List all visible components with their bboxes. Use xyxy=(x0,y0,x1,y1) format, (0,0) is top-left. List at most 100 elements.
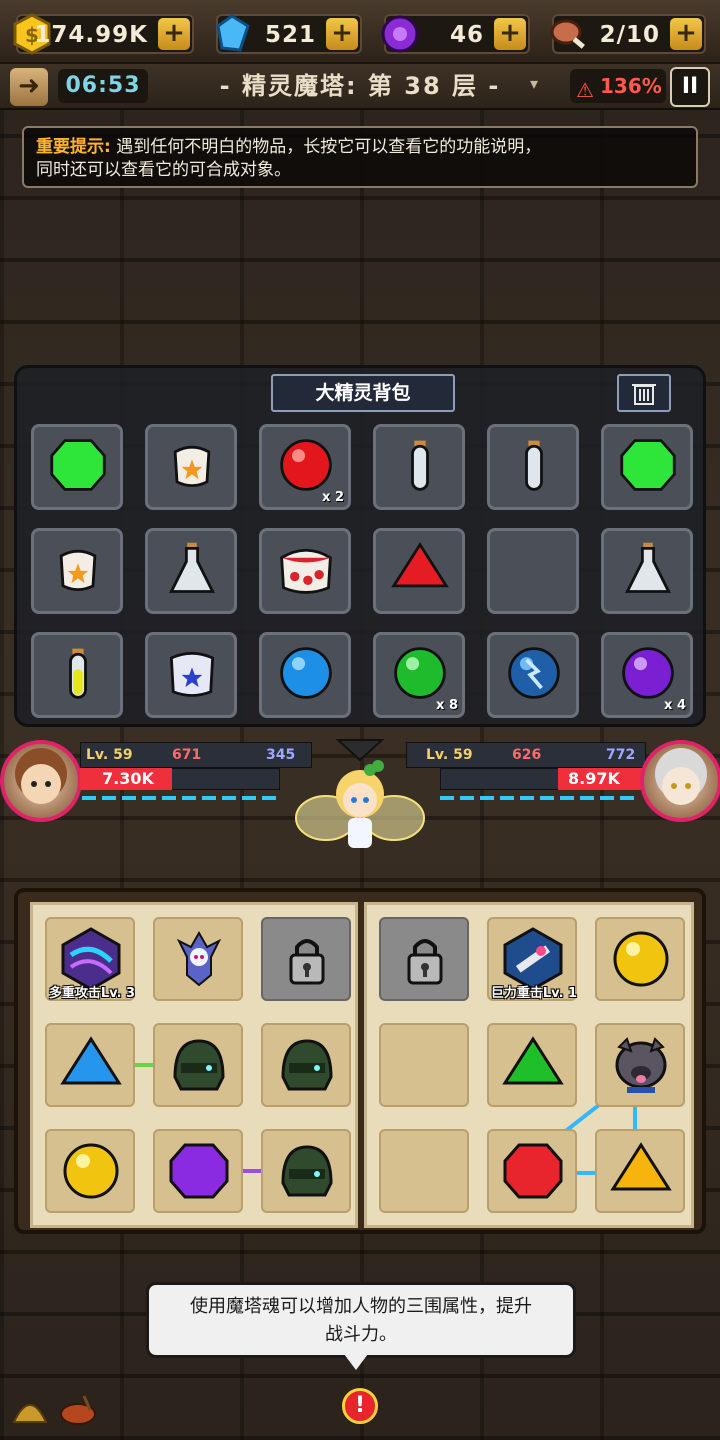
book-slot[interactable] xyxy=(379,1129,469,1213)
backpack-slot[interactable] xyxy=(31,424,123,510)
red-gem-icon xyxy=(503,1143,563,1199)
pause-button[interactable]: II xyxy=(670,67,710,107)
backpack-slot[interactable] xyxy=(259,632,351,718)
backpack-slot[interactable] xyxy=(487,424,579,510)
locked-slot[interactable] xyxy=(379,917,469,1001)
book-slot[interactable] xyxy=(153,1129,243,1213)
yellow-orb-icon xyxy=(613,931,669,987)
tip-text-line2: 同时还可以查看它的可合成对象。 xyxy=(36,160,291,180)
backpack-slot[interactable] xyxy=(145,528,237,614)
backpack-slot[interactable] xyxy=(373,528,465,614)
item-count: x 8 xyxy=(436,698,458,713)
backpack-slot[interactable] xyxy=(145,632,237,718)
tip-box: 重要提示: 遇到任何不明白的物品，长按它可以查看它的功能说明， 同时还可以查看它… xyxy=(22,126,698,188)
player-attack: 671 xyxy=(172,747,202,763)
hint-bubble: 使用魔塔魂可以增加人物的三围属性，提升 战斗力。 xyxy=(146,1282,576,1358)
small-star-bag-icon xyxy=(173,445,211,488)
book-slot[interactable]: 多重攻击Lv. 3 xyxy=(45,917,135,1001)
diamond-counter: 521 + xyxy=(216,14,362,54)
skill-label: 多重攻击Lv. 3 xyxy=(48,986,136,1001)
blue-star-bag-icon xyxy=(169,651,215,697)
book-slot[interactable] xyxy=(261,1023,351,1107)
trash-button[interactable] xyxy=(617,374,671,412)
bulldog-icon xyxy=(615,1037,667,1093)
backpack-slot[interactable] xyxy=(487,632,579,718)
backpack-slot[interactable] xyxy=(601,528,693,614)
chevron-down-icon[interactable]: ▾ xyxy=(530,74,538,93)
enemy-hp-bar: 8.97K xyxy=(558,768,646,790)
green-helmet-icon xyxy=(281,1039,333,1091)
locked-slot[interactable] xyxy=(261,917,351,1001)
lock-icon xyxy=(289,939,325,985)
green-pyramid-icon xyxy=(502,1036,564,1085)
purple-orb-icon xyxy=(622,647,674,699)
green-orb-icon xyxy=(394,647,446,699)
backpack-slot[interactable]: x 2 xyxy=(259,424,351,510)
backpack-slot[interactable] xyxy=(601,424,693,510)
item-count: x 4 xyxy=(664,698,686,713)
blue-orb-icon xyxy=(280,647,332,699)
warning-triangle-icon: ⚠ xyxy=(576,78,594,102)
purple-gem-icon xyxy=(169,1143,229,1199)
meat-icon xyxy=(550,19,585,49)
enemy-avatar[interactable] xyxy=(640,740,720,822)
alert-button[interactable]: ! xyxy=(342,1388,378,1424)
spirit-figure-icon xyxy=(176,930,222,987)
lock-icon xyxy=(407,939,443,985)
book-slot[interactable] xyxy=(153,1023,243,1107)
book-slot[interactable] xyxy=(595,1129,685,1213)
backpack-slot[interactable]: x 4 xyxy=(601,632,693,718)
big-star-bag-icon xyxy=(280,548,332,594)
player-stats: Lv. 59 671 345 7.30K xyxy=(0,740,320,822)
book-slot[interactable] xyxy=(45,1129,135,1213)
soul-orb-icon xyxy=(381,15,419,53)
trash-icon xyxy=(632,384,656,405)
book-slot[interactable] xyxy=(45,1023,135,1107)
fairy-character[interactable] xyxy=(292,748,428,878)
book-slot[interactable] xyxy=(487,1129,577,1213)
player-hp-bar: 7.30K xyxy=(80,768,172,790)
player-defense: 345 xyxy=(266,747,296,763)
backpack-title: 大精灵背包 xyxy=(271,374,455,412)
green-gem-icon xyxy=(50,439,106,491)
add-soul-button[interactable]: + xyxy=(494,18,526,50)
empty-test-tube-icon xyxy=(411,440,429,491)
empty-test-tube-icon xyxy=(525,440,543,491)
soul-counter: 46 + xyxy=(381,14,530,54)
backpack-slot[interactable]: x 8 xyxy=(373,632,465,718)
green-helmet-icon xyxy=(281,1145,333,1197)
book-slot[interactable] xyxy=(595,1023,685,1107)
player-mana-bar xyxy=(82,796,282,800)
yellow-orb-icon xyxy=(63,1143,119,1199)
enemy-mana-bar xyxy=(440,796,640,800)
book-left-page: 多重攻击Lv. 3 xyxy=(30,902,358,1228)
enemy-stats: Lv. 59 626 772 8.97K xyxy=(400,740,720,822)
meat-counter: 2/10 + xyxy=(550,14,706,54)
backpack-slot[interactable] xyxy=(31,528,123,614)
exit-button[interactable]: ➜ xyxy=(10,68,48,106)
enemy-attack: 626 xyxy=(512,747,542,763)
shell-icon[interactable] xyxy=(10,1392,50,1428)
backpack-slot[interactable] xyxy=(259,528,351,614)
backpack-slot[interactable] xyxy=(145,424,237,510)
backpack-slot[interactable] xyxy=(487,528,579,614)
add-diamond-button[interactable]: + xyxy=(326,18,358,50)
add-gold-button[interactable]: + xyxy=(158,18,190,50)
meat-value: 2/10 xyxy=(599,22,660,48)
enemy-defense: 772 xyxy=(606,747,636,763)
book-slot[interactable] xyxy=(261,1129,351,1213)
backpack-slot[interactable] xyxy=(31,632,123,718)
floor-title[interactable]: - 精灵魔塔: 第 38 层 - xyxy=(160,69,560,103)
book-right-page: 巨力重击Lv. 1 xyxy=(364,902,694,1228)
add-meat-button[interactable]: + xyxy=(670,18,702,50)
gold-value: 174.99K xyxy=(34,22,148,48)
backpack-slot[interactable] xyxy=(373,424,465,510)
book-slot[interactable] xyxy=(379,1023,469,1107)
book-slot[interactable] xyxy=(595,917,685,1001)
book-slot[interactable]: 巨力重击Lv. 1 xyxy=(487,917,577,1001)
player-avatar[interactable] xyxy=(0,740,82,822)
cooking-pot-icon[interactable] xyxy=(58,1392,98,1428)
skill-label: 巨力重击Lv. 1 xyxy=(490,986,578,1001)
book-slot[interactable] xyxy=(487,1023,577,1107)
book-slot[interactable] xyxy=(153,917,243,1001)
